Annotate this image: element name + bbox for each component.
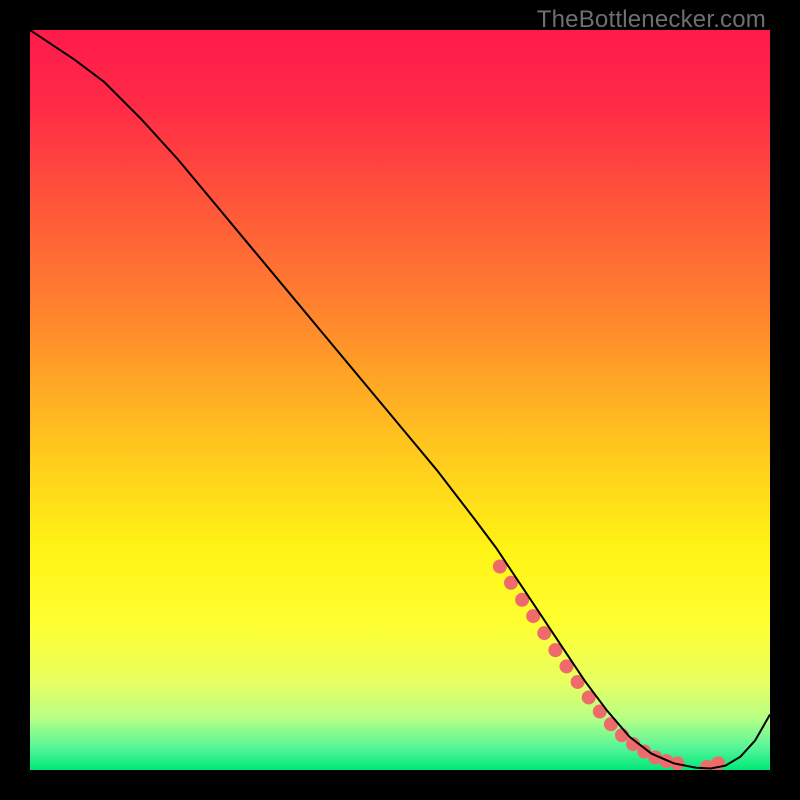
highlight-dot [604, 717, 618, 731]
watermark-text: TheBottlenecker.com [537, 6, 766, 34]
gradient-background [30, 30, 770, 770]
chart-svg [30, 30, 770, 770]
chart-frame [30, 30, 770, 770]
